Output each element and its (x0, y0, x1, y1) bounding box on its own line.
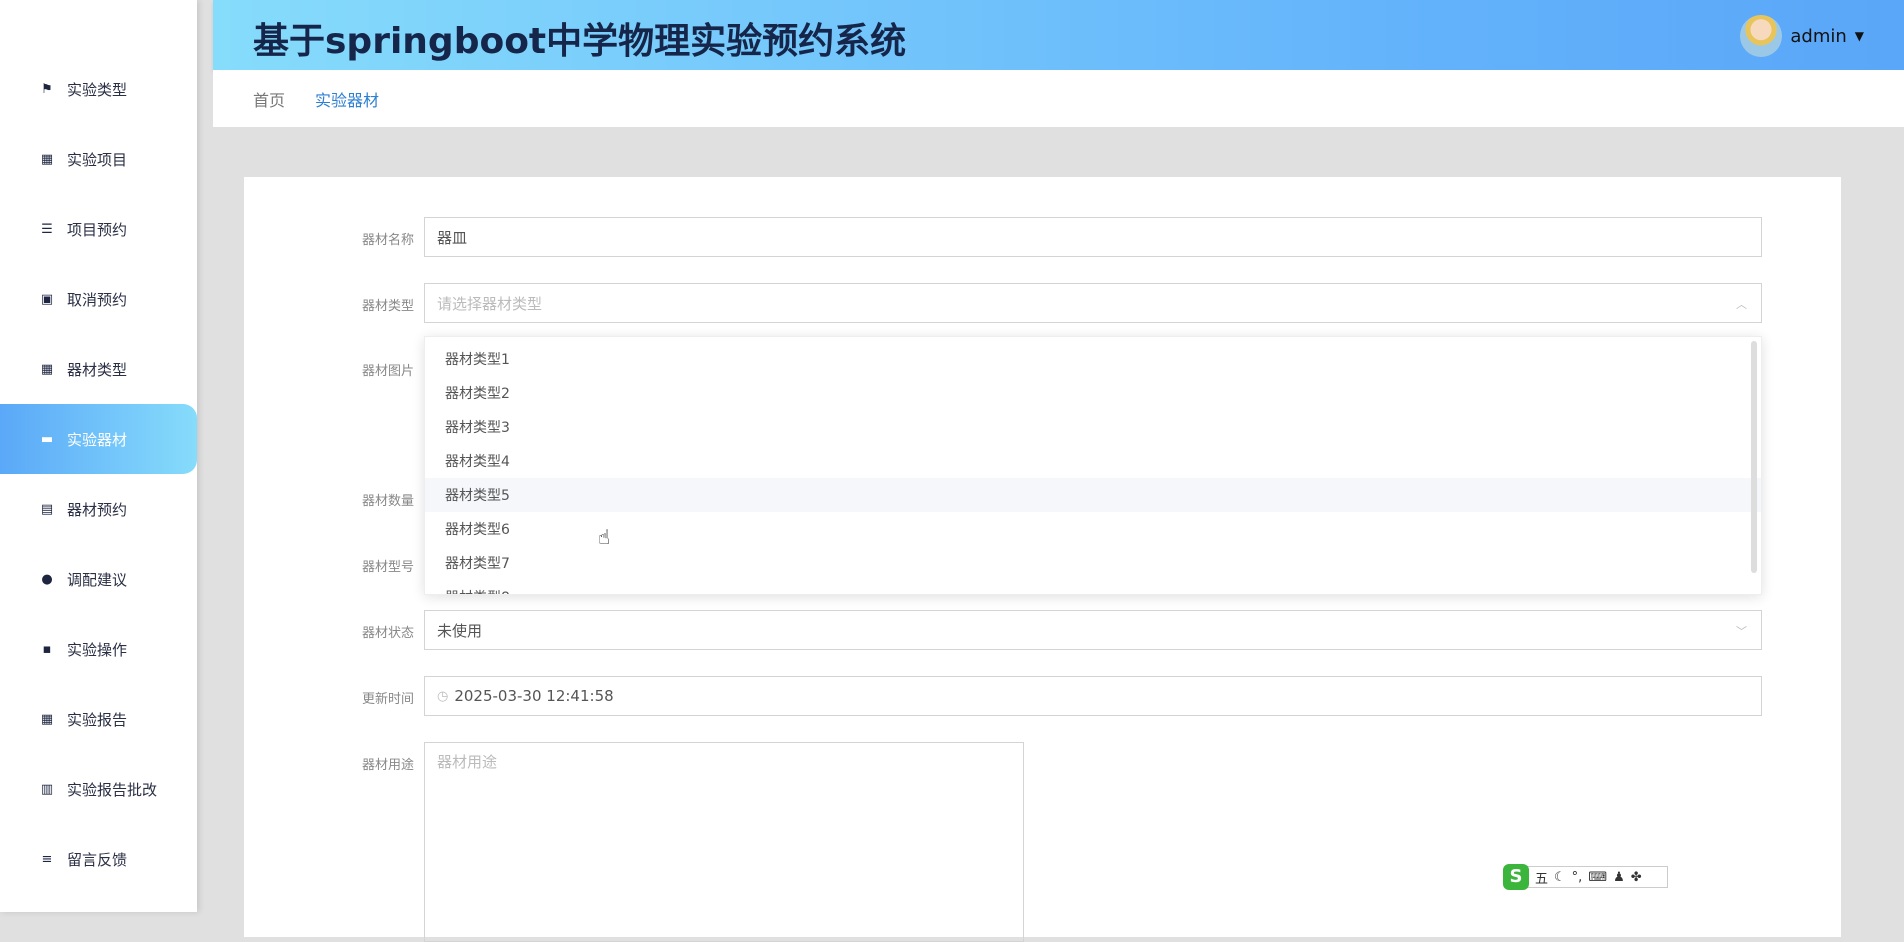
avatar (1740, 15, 1783, 57)
dropdown-option[interactable]: 器材类型7 (425, 546, 1761, 580)
app-title: 基于springboot中学物理实验预约系统 (253, 21, 907, 62)
updated-datetime-input[interactable]: ◷ 2025-03-30 12:41:58 (424, 676, 1762, 716)
sidebar: ⚑ 实验类型 ▦ 实验项目 ☰ 项目预约 ▣ 取消预约 ▦ 器材类型 ▬ 实验器材 ▤ 器材预约 ● 调配建议… (0, 0, 197, 912)
dropdown-option[interactable]: 器材类型5 (425, 478, 1761, 512)
dropdown-option[interactable]: 器材类型8 (425, 580, 1761, 594)
breadcrumb-home[interactable]: 首页 (253, 87, 285, 111)
sidebar-item-0[interactable]: ⚑ 实验类型 (0, 54, 197, 124)
sidebar-item-label: 实验类型 (67, 80, 128, 99)
dropdown-option[interactable]: 器材类型2 (425, 376, 1761, 410)
sliders-icon: ≡ (41, 851, 53, 867)
status-select[interactable]: 未使用 ﹀ (424, 610, 1762, 650)
sogou-logo-icon: S (1503, 864, 1529, 890)
username: admin (1790, 25, 1847, 47)
sidebar-item-1[interactable]: ▦ 实验项目 (0, 124, 197, 194)
sidebar-item-label: 调配建议 (67, 570, 128, 589)
flag-icon: ⚑ (41, 81, 53, 97)
dropdown-option[interactable]: 器材类型4 (425, 444, 1761, 478)
sidebar-item-3[interactable]: ▣ 取消预约 (0, 264, 197, 334)
grid-icon: ▦ (40, 151, 54, 167)
caret-down-icon: ▼ (1854, 29, 1864, 43)
sidebar-item-label: 取消预约 (67, 290, 128, 309)
type-dropdown: 器材类型1器材类型2器材类型3器材类型4器材类型5器材类型6器材类型7器材类型8 (424, 336, 1762, 595)
status-label: 器材状态 (361, 626, 414, 641)
sidebar-item-label: 项目预约 (67, 220, 128, 239)
sidebar-item-7[interactable]: ● 调配建议 (0, 544, 197, 614)
sidebar-item-11[interactable]: ≡ 留言反馈 (0, 824, 197, 894)
dropdown-scrollbar[interactable] (1751, 341, 1757, 573)
image-label: 器材图片 (361, 364, 414, 379)
name-input[interactable]: 器皿 (424, 217, 1762, 257)
chevron-down-icon: ﹀ (1736, 625, 1747, 638)
quantity-label: 器材数量 (361, 494, 414, 509)
sidebar-item-2[interactable]: ☰ 项目预约 (0, 194, 197, 264)
clipboard-x-icon: ▣ (40, 291, 54, 307)
moon-icon[interactable]: ☾ (1554, 870, 1566, 885)
chat-icon: ▪ (42, 641, 52, 657)
ime-toolbar[interactable]: S 五 ☾ °, ⌨ ♟ ✤ (1503, 864, 1668, 890)
clipboard-icon: ▤ (40, 501, 54, 517)
sidebar-item-8[interactable]: ▪ 实验操作 (0, 614, 197, 684)
apps-icon[interactable]: ✤ (1631, 870, 1642, 885)
type-placeholder: 请选择器材类型 (437, 294, 543, 313)
monitor-icon: ▬ (40, 431, 54, 447)
header: 基于springboot中学物理实验预约系统 admin ▼ (213, 0, 1904, 70)
grid-icon: ▦ (40, 711, 54, 727)
list-icon: ☰ (41, 221, 53, 237)
chevron-up-icon: ︿ (1736, 298, 1747, 311)
dropdown-option[interactable]: 器材类型3 (425, 410, 1761, 444)
dropdown-option[interactable]: 器材类型6 (425, 512, 1761, 546)
status-value: 未使用 (437, 621, 483, 640)
name-label: 器材名称 (361, 233, 414, 248)
dropdown-option[interactable]: 器材类型1 (425, 342, 1761, 376)
sidebar-item-label: 实验项目 (67, 150, 128, 169)
sidebar-item-label: 留言反馈 (67, 850, 128, 869)
type-label: 器材类型 (361, 299, 414, 314)
hand-cursor-icon: ☝ (598, 525, 611, 549)
ime-mode[interactable]: 五 (1535, 868, 1548, 887)
breadcrumb-current[interactable]: 实验器材 (315, 87, 379, 111)
breadcrumb: 首页 实验器材 (213, 70, 1904, 127)
sidebar-item-4[interactable]: ▦ 器材类型 (0, 334, 197, 404)
sidebar-item-label: 实验报告 (67, 710, 128, 729)
bulb-icon: ● (41, 571, 53, 587)
usage-textarea[interactable]: 器材用途 (424, 742, 1024, 942)
user-menu[interactable]: admin ▼ (1740, 15, 1864, 57)
model-label: 器材型号 (361, 560, 414, 575)
grid-icon: ▦ (40, 361, 54, 377)
sidebar-item-5[interactable]: ▬ 实验器材 (0, 404, 197, 474)
updated-value: 2025-03-30 12:41:58 (454, 687, 614, 705)
sidebar-item-label: 器材类型 (67, 360, 128, 379)
updated-label: 更新时间 (361, 692, 414, 707)
clock-icon: ◷ (437, 688, 449, 704)
sidebar-item-label: 实验器材 (67, 430, 128, 449)
sidebar-item-6[interactable]: ▤ 器材预约 (0, 474, 197, 544)
sidebar-item-label: 实验报告批改 (67, 780, 158, 799)
sidebar-item-9[interactable]: ▦ 实验报告 (0, 684, 197, 754)
keyboard-icon[interactable]: ⌨ (1588, 870, 1607, 885)
sidebar-item-label: 器材预约 (67, 500, 128, 519)
sidebar-item-label: 实验操作 (67, 640, 128, 659)
type-select[interactable]: 请选择器材类型 ︿ (424, 283, 1762, 323)
sidebar-item-10[interactable]: ▥ 实验报告批改 (0, 754, 197, 824)
user-icon[interactable]: ♟ (1613, 870, 1625, 885)
punctuation-icon[interactable]: °, (1572, 870, 1583, 885)
usage-label: 器材用途 (361, 758, 414, 773)
bar-chart-icon: ▥ (40, 781, 54, 797)
